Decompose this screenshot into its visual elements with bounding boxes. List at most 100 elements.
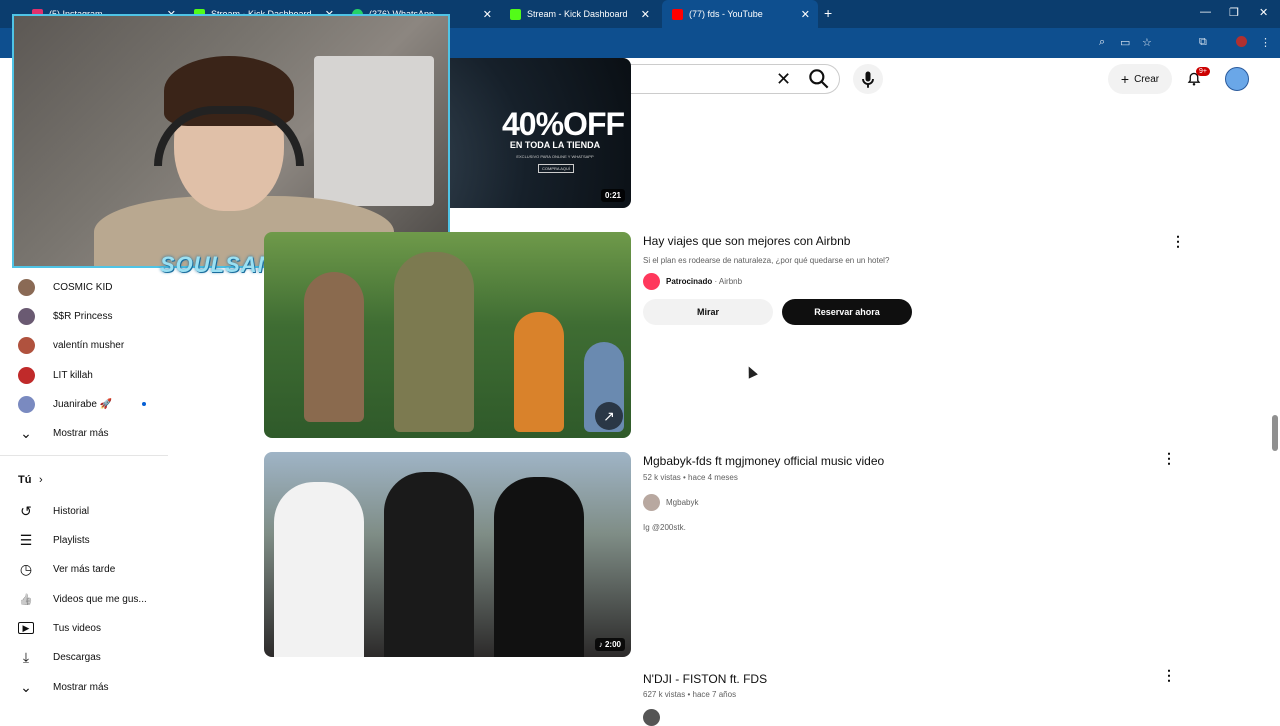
playlist-icon: ☰	[19, 531, 33, 548]
sidebar-item-history[interactable]: ↺ Historial	[0, 498, 168, 524]
sponsored-label: Patrocinado	[666, 277, 713, 286]
ad-subline: EN TODA LA TIENDA	[509, 140, 601, 150]
more-actions-icon[interactable]: ⋮	[1162, 450, 1176, 467]
thumbs-up-icon: 👍	[19, 593, 33, 606]
watch-button[interactable]: Mirar	[643, 299, 773, 325]
sidebar-item-label: Historial	[53, 505, 90, 517]
create-label: Crear	[1134, 73, 1160, 85]
profile-icon[interactable]	[1236, 36, 1247, 47]
tab-close-icon[interactable]: ✕	[801, 8, 810, 21]
channel-avatar	[18, 336, 35, 354]
chevron-down-icon: ⌄	[20, 678, 32, 695]
subscription-name: COSMIC KID	[53, 281, 113, 293]
background-wall	[314, 56, 434, 206]
cast-icon[interactable]: ▭	[1120, 36, 1132, 49]
sidebar-item-playlists[interactable]: ☰ Playlists	[0, 527, 168, 553]
sidebar-item-watch-later[interactable]: ◷ Ver más tarde	[0, 556, 168, 582]
subscription-name: valentín musher	[53, 339, 125, 351]
video-icon: ▶	[18, 622, 34, 634]
figure-woman	[304, 272, 364, 422]
duration-value: 2:00	[604, 640, 621, 649]
external-link-icon[interactable]: ↗	[595, 402, 623, 430]
channel-avatar	[18, 307, 35, 325]
sidebar-item-your-videos[interactable]: ▶ Tus videos	[0, 615, 168, 641]
subscription-item[interactable]: $$R Princess	[0, 303, 168, 329]
account-avatar[interactable]	[1225, 67, 1249, 91]
voice-search-button[interactable]	[853, 64, 883, 94]
download-icon: ⤓	[22, 648, 30, 665]
video-title[interactable]: N'DJI - FISTON ft. FDS	[643, 672, 767, 686]
figure-man	[394, 252, 474, 432]
new-tab-icon[interactable]: +	[824, 5, 832, 21]
figure-right	[494, 477, 584, 657]
channel-avatar[interactable]	[643, 494, 660, 511]
clock-icon: ◷	[19, 560, 33, 577]
figure-center	[384, 472, 474, 657]
plus-icon: +	[1120, 71, 1130, 87]
book-now-button[interactable]: Reservar ahora	[782, 299, 912, 325]
channel-avatar[interactable]	[643, 709, 660, 726]
channel-avatar	[18, 278, 35, 296]
tab-close-icon[interactable]: ✕	[483, 8, 492, 21]
sponsored-description: Si el plan es rodearse de naturaleza, ¿p…	[643, 256, 890, 265]
zoom-icon[interactable]: ⌕	[1099, 36, 1111, 48]
airbnb-logo-icon	[643, 273, 660, 290]
menu-dots-icon[interactable]: ⋮	[1260, 36, 1272, 49]
video-meta: 52 k vistas • hace 4 meses	[643, 473, 738, 482]
notification-count-badge: 9+	[1196, 67, 1210, 76]
subscription-name: Juanirabe 🚀	[53, 398, 113, 410]
subscription-item[interactable]: COSMIC KID	[0, 274, 168, 300]
bookmark-star-icon[interactable]: ☆	[1142, 36, 1154, 49]
subscription-item[interactable]: valentín musher	[0, 332, 168, 358]
browser-tab[interactable]: Stream - Kick Dashboard ✕	[500, 0, 658, 28]
you-section-header[interactable]: Tú ›	[0, 467, 168, 493]
show-more-you[interactable]: ⌄ Mostrar más	[0, 674, 168, 700]
video-thumbnail[interactable]: ♪ 2:00	[264, 452, 631, 657]
window-close-icon[interactable]: ✕	[1259, 6, 1268, 19]
figure-left	[274, 482, 364, 657]
history-icon: ↺	[20, 502, 32, 519]
new-content-dot	[142, 402, 146, 406]
sponsored-thumbnail[interactable]: ↗	[264, 232, 631, 438]
chevron-right-icon: ›	[39, 474, 43, 486]
subscription-item[interactable]: Juanirabe 🚀	[0, 391, 168, 417]
video-duration: 0:21	[600, 189, 625, 202]
chevron-down-icon: ⌄	[20, 424, 32, 441]
show-more-label: Mostrar más	[53, 427, 109, 439]
channel-name[interactable]: Mgbabyk	[666, 498, 698, 507]
create-button[interactable]: + Crear	[1108, 64, 1172, 94]
sidebar-divider	[0, 455, 168, 456]
subscription-item[interactable]: LIT killah	[0, 362, 168, 388]
sidebar-item-liked-videos[interactable]: 👍 Videos que me gus...	[0, 586, 168, 612]
figure-child	[514, 312, 564, 432]
sponsor-line: Patrocinado · Airbnb	[666, 277, 743, 286]
more-actions-icon[interactable]: ⋮	[1171, 233, 1185, 250]
browser-tab-active[interactable]: (77) fds - YouTube ✕	[662, 0, 818, 28]
restore-icon[interactable]: ❐	[1229, 6, 1239, 19]
webcam-overlay	[12, 14, 450, 268]
tab-close-icon[interactable]: ✕	[641, 8, 650, 21]
sidebar-item-downloads[interactable]: ⤓ Descargas	[0, 644, 168, 670]
ad-cta: COMPRA AQUÍ	[538, 164, 575, 173]
you-section-title: Tú	[18, 474, 32, 486]
tab-title: (77) fds - YouTube	[689, 9, 763, 19]
advertiser-name: Airbnb	[718, 277, 743, 286]
video-description: Ig @200stk.	[643, 523, 686, 532]
sidebar-item-label: Videos que me gus...	[53, 593, 147, 605]
ad-small-text: EXCLUSIVO PARA ONLINE Y WHATSAPP	[516, 154, 594, 159]
more-actions-icon[interactable]: ⋮	[1162, 667, 1176, 684]
show-more-subscriptions[interactable]: ⌄ Mostrar más	[0, 420, 168, 446]
page-scrollbar[interactable]	[1272, 415, 1278, 451]
mouse-cursor-icon	[744, 364, 758, 379]
sidebar-item-label: Ver más tarde	[53, 563, 116, 575]
channel-avatar	[18, 395, 35, 413]
sidebar-item-label: Tus videos	[53, 622, 101, 634]
channel-avatar	[18, 366, 35, 384]
search-icon[interactable]	[806, 66, 832, 92]
sponsored-title[interactable]: Hay viajes que son mejores con Airbnb	[643, 234, 850, 248]
minimize-icon[interactable]: —	[1200, 6, 1211, 18]
ad-headline: 40%OFF	[502, 106, 625, 142]
video-title[interactable]: Mgbabyk-fds ft mgjmoney official music v…	[643, 454, 884, 468]
extensions-icon[interactable]: ⧉	[1199, 36, 1211, 48]
clear-search-icon[interactable]: ✕	[776, 69, 791, 90]
